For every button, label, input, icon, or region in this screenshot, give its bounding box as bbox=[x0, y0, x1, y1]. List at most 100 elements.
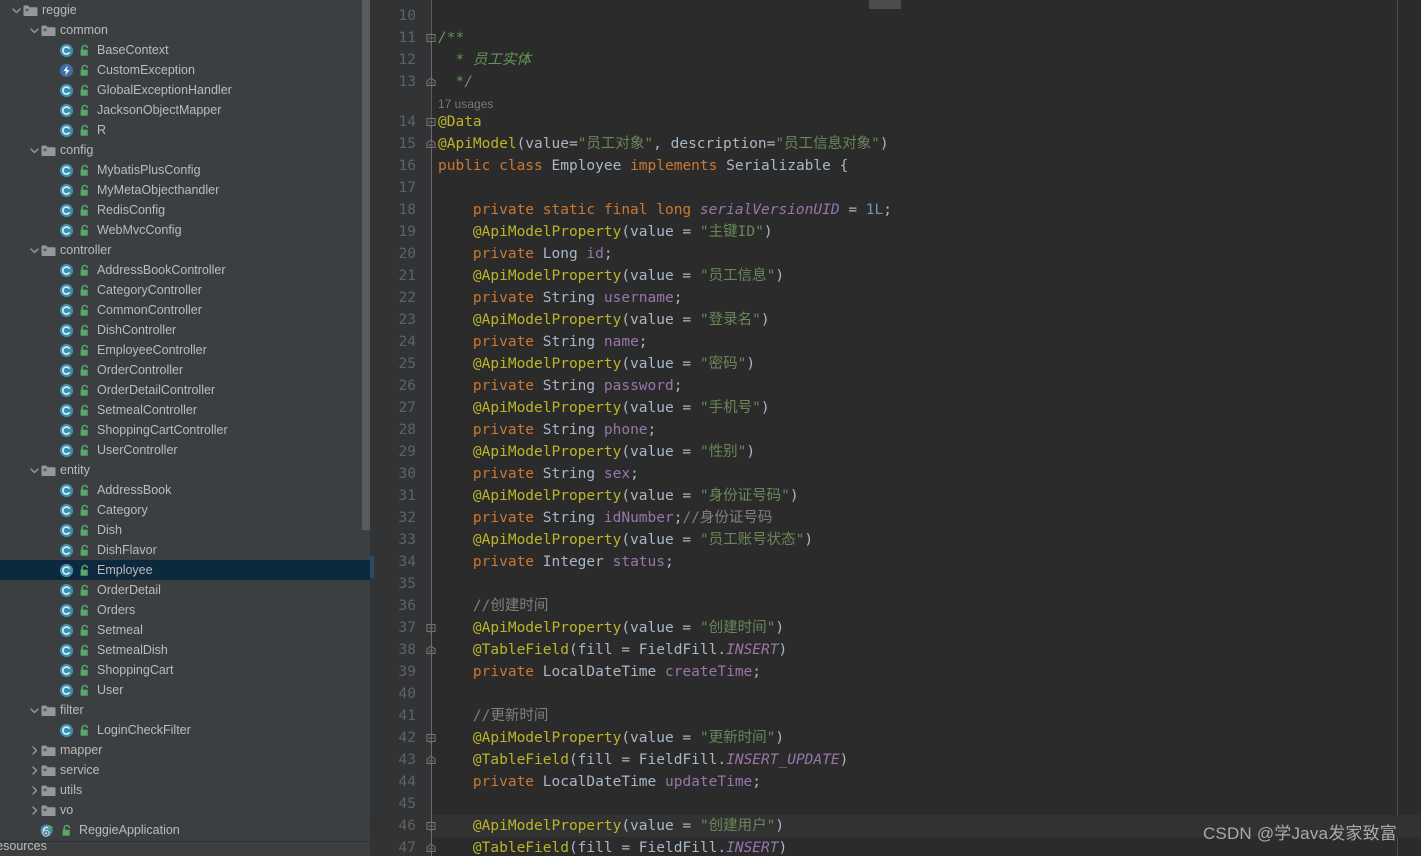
chevron-right-icon[interactable] bbox=[28, 800, 40, 820]
code-line-10[interactable]: 10 bbox=[370, 5, 1421, 27]
code-line-29[interactable]: 29 @ApiModelProperty(value = "性别") bbox=[370, 441, 1421, 463]
project-tree-node-common[interactable]: common bbox=[0, 20, 370, 40]
project-tree-node-categorycontroller[interactable]: CategoryController bbox=[0, 280, 370, 300]
project-tree-node-dishflavor[interactable]: DishFlavor bbox=[0, 540, 370, 560]
project-tree-node-utils[interactable]: utils bbox=[0, 780, 370, 800]
project-tree-node-dish[interactable]: Dish bbox=[0, 520, 370, 540]
project-tree-node-globalexceptionhandler[interactable]: GlobalExceptionHandler bbox=[0, 80, 370, 100]
project-tree-node-addressbook[interactable]: AddressBook bbox=[0, 480, 370, 500]
code-line-38[interactable]: 38 @TableField(fill = FieldFill.INSERT) bbox=[370, 639, 1421, 661]
project-tree-node-jacksonobjectmapper[interactable]: JacksonObjectMapper bbox=[0, 100, 370, 120]
project-tree-node-category[interactable]: Category bbox=[0, 500, 370, 520]
project-tree-node-filter[interactable]: filter bbox=[0, 700, 370, 720]
project-tree-node-r[interactable]: R bbox=[0, 120, 370, 140]
project-tree-node-reggieapplication[interactable]: ReggieApplication bbox=[0, 820, 370, 840]
code-line-14[interactable]: 14 @Data bbox=[370, 111, 1421, 133]
code-line-19[interactable]: 19 @ApiModelProperty(value = "主键ID") bbox=[370, 221, 1421, 243]
code-line-44[interactable]: 44 private LocalDateTime updateTime; bbox=[370, 771, 1421, 793]
project-tree-node-service[interactable]: service bbox=[0, 760, 370, 780]
project-tree-node-addressbookcontroller[interactable]: AddressBookController bbox=[0, 260, 370, 280]
chevron-down-icon[interactable] bbox=[28, 140, 40, 160]
project-tree-node-usercontroller[interactable]: UserController bbox=[0, 440, 370, 460]
code-line-18[interactable]: 18 private static final long serialVersi… bbox=[370, 199, 1421, 221]
project-tree-node-setmealcontroller[interactable]: SetmealController bbox=[0, 400, 370, 420]
code-line-37[interactable]: 37 @ApiModelProperty(value = "创建时间") bbox=[370, 617, 1421, 639]
project-tree-node-user[interactable]: User bbox=[0, 680, 370, 700]
code-line-16[interactable]: 16 public class Employee implements Seria… bbox=[370, 155, 1421, 177]
code-line-20[interactable]: 20 private Long id; bbox=[370, 243, 1421, 265]
project-tree-node-vo[interactable]: vo bbox=[0, 800, 370, 820]
code-token: sex bbox=[603, 466, 631, 482]
project-tree-node-config[interactable]: config bbox=[0, 140, 370, 160]
code-line-39[interactable]: 39 private LocalDateTime createTime; bbox=[370, 661, 1421, 683]
code-line-30[interactable]: 30 private String sex; bbox=[370, 463, 1421, 485]
code-line-35[interactable]: 35 bbox=[370, 573, 1421, 595]
project-tree-node-employeecontroller[interactable]: EmployeeController bbox=[0, 340, 370, 360]
project-tree-node-reggie[interactable]: reggie bbox=[0, 0, 370, 20]
code-line-23[interactable]: 23 @ApiModelProperty(value = "登录名") bbox=[370, 309, 1421, 331]
project-tree-node-orderdetailcontroller[interactable]: OrderDetailController bbox=[0, 380, 370, 400]
project-tree-scrollbar-thumb[interactable] bbox=[362, 0, 370, 530]
project-tree-node-mybatisplusconfig[interactable]: MybatisPlusConfig bbox=[0, 160, 370, 180]
project-tree-node-dishcontroller[interactable]: DishController bbox=[0, 320, 370, 340]
code-line-22[interactable]: 22 private String username; bbox=[370, 287, 1421, 309]
code-line-11[interactable]: 11 /** bbox=[370, 27, 1421, 49]
code-line-21[interactable]: 21 @ApiModelProperty(value = "员工信息") bbox=[370, 265, 1421, 287]
code-line-41[interactable]: 41 //更新时间 bbox=[370, 705, 1421, 727]
project-tree-node-orders[interactable]: Orders bbox=[0, 600, 370, 620]
public-lock-icon bbox=[78, 163, 91, 177]
chevron-down-icon[interactable] bbox=[28, 460, 40, 480]
project-tree-node-mapper[interactable]: mapper bbox=[0, 740, 370, 760]
chevron-down-icon[interactable] bbox=[28, 700, 40, 720]
project-tree-node-webmvcconfig[interactable]: WebMvcConfig bbox=[0, 220, 370, 240]
project-tree-node-redisconfig[interactable]: RedisConfig bbox=[0, 200, 370, 220]
project-tree-node-employee[interactable]: Employee bbox=[0, 560, 370, 580]
code-line-12[interactable]: 12 * 员工实体 bbox=[370, 49, 1421, 71]
project-tree-node-entity[interactable]: entity bbox=[0, 460, 370, 480]
code-line-34[interactable]: 34 private Integer status; bbox=[370, 551, 1421, 573]
project-tree-node-mymetaobjecthandler[interactable]: MyMetaObjecthandler bbox=[0, 180, 370, 200]
chevron-right-icon[interactable] bbox=[28, 760, 40, 780]
code-line-26[interactable]: 26 private String password; bbox=[370, 375, 1421, 397]
code-editor[interactable]: 17 usages 10 11/** 12 * 员工实体 13 */14 @Data 15 @… bbox=[370, 0, 1421, 856]
project-tree-node-shoppingcartcontroller[interactable]: ShoppingCartController bbox=[0, 420, 370, 440]
code-line-13[interactable]: 13 */ bbox=[370, 71, 1421, 93]
project-tree-node-controller[interactable]: controller bbox=[0, 240, 370, 260]
project-tree-partial-row[interactable]: resources bbox=[0, 841, 370, 856]
code-content[interactable]: 17 usages 10 11/** 12 * 员工实体 13 */14 @Data 15 @… bbox=[370, 0, 1421, 856]
chevron-down-icon[interactable] bbox=[10, 0, 22, 20]
project-tree-node-customexception[interactable]: CustomException bbox=[0, 60, 370, 80]
project-tree-node-logincheckfilter[interactable]: LoginCheckFilter bbox=[0, 720, 370, 740]
code-line-43[interactable]: 43 @TableField(fill = FieldFill.INSERT_U… bbox=[370, 749, 1421, 771]
project-tree-node-commoncontroller[interactable]: CommonController bbox=[0, 300, 370, 320]
chevron-right-icon[interactable] bbox=[28, 740, 40, 760]
code-line-31[interactable]: 31 @ApiModelProperty(value = "身份证号码") bbox=[370, 485, 1421, 507]
chevron-down-icon[interactable] bbox=[28, 20, 40, 40]
code-line-24[interactable]: 24 private String name; bbox=[370, 331, 1421, 353]
chevron-down-icon[interactable] bbox=[28, 240, 40, 260]
project-tree-node-ordercontroller[interactable]: OrderController bbox=[0, 360, 370, 380]
code-line-40[interactable]: 40 bbox=[370, 683, 1421, 705]
project-tree-node-setmeal[interactable]: Setmeal bbox=[0, 620, 370, 640]
project-tree-node-setmealdish[interactable]: SetmealDish bbox=[0, 640, 370, 660]
code-line-25[interactable]: 25 @ApiModelProperty(value = "密码") bbox=[370, 353, 1421, 375]
code-line-17[interactable]: 17 bbox=[370, 177, 1421, 199]
code-line-45[interactable]: 45 bbox=[370, 793, 1421, 815]
project-tree-node-basecontext[interactable]: BaseContext bbox=[0, 40, 370, 60]
project-tool-window[interactable]: reggie common BaseContext CustomException Gl… bbox=[0, 0, 370, 856]
code-line-28[interactable]: 28 private String phone; bbox=[370, 419, 1421, 441]
project-tree-scrollbar[interactable] bbox=[362, 0, 370, 856]
code-line-15[interactable]: 15 @ApiModel(value="员工对象", description="员… bbox=[370, 133, 1421, 155]
chevron-right-icon[interactable] bbox=[28, 780, 40, 800]
project-tree-node-label: R bbox=[97, 123, 107, 137]
code-line-33[interactable]: 33 @ApiModelProperty(value = "员工账号状态") bbox=[370, 529, 1421, 551]
project-tree-node-shoppingcart[interactable]: ShoppingCart bbox=[0, 660, 370, 680]
code-line-27[interactable]: 27 @ApiModelProperty(value = "手机号") bbox=[370, 397, 1421, 419]
project-tree-node-orderdetail[interactable]: OrderDetail bbox=[0, 580, 370, 600]
code-line-36[interactable]: 36 //创建时间 bbox=[370, 595, 1421, 617]
code-token: ; bbox=[883, 202, 892, 218]
code-line-text: private String sex; bbox=[438, 463, 639, 485]
code-line-32[interactable]: 32 private String idNumber;//身份证号码 bbox=[370, 507, 1421, 529]
code-line-42[interactable]: 42 @ApiModelProperty(value = "更新时间") bbox=[370, 727, 1421, 749]
